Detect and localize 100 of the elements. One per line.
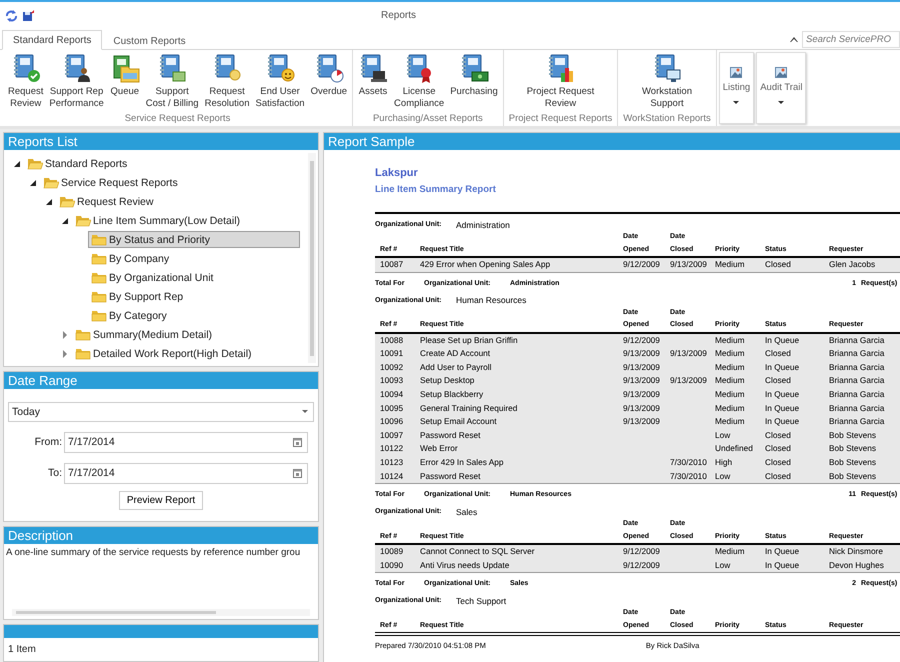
date-field[interactable]: 7/17/2014 — [64, 462, 308, 484]
tree-item[interactable]: By Support Rep — [88, 288, 186, 305]
table-cell: 10094 — [380, 388, 404, 399]
ribbon-button[interactable]: Request Resolution — [202, 53, 252, 110]
table-cell: Setup Blackberry — [420, 388, 484, 399]
tree-item[interactable]: Request Review — [56, 193, 156, 210]
table-cell: Closed — [765, 443, 791, 454]
menu-button[interactable]: Listing — [718, 52, 754, 124]
group-label: WorkStation Reports — [622, 113, 712, 126]
table-cell: 9/13/2009 — [670, 375, 707, 386]
panel-header: Description — [4, 526, 318, 544]
table-cell: Brianna Garcia — [829, 388, 884, 399]
ribbon-button[interactable]: Support Rep Performance — [46, 53, 107, 110]
table-cell: Brianna Garcia — [829, 362, 884, 372]
collapse-caret-icon[interactable] — [790, 36, 798, 42]
table-cell: Low — [715, 470, 730, 481]
calendar-icon[interactable] — [293, 468, 302, 478]
tree-item[interactable]: Standard Reports — [24, 155, 130, 172]
tree-item[interactable]: Line Item Summary(Low Detail) — [72, 212, 244, 229]
table-cell: 10089 — [380, 546, 404, 556]
ribbon-button[interactable]: Assets — [355, 53, 392, 98]
table-cell: Brianna Garcia — [829, 416, 884, 426]
tree-item[interactable]: Detailed Work Report(High Detail) — [72, 345, 255, 362]
ribbon-button[interactable]: Queue — [106, 53, 143, 98]
table-cell: Medium — [715, 375, 745, 386]
search-field[interactable]: Search ServicePRO — [802, 31, 900, 48]
table-cell: 10090 — [380, 560, 404, 570]
tree-item[interactable]: By Organizational Unit — [88, 269, 216, 286]
tree-item[interactable]: Service Request Reports — [40, 174, 181, 191]
refresh-icon[interactable] — [5, 10, 18, 22]
tree-item[interactable]: By Category — [88, 307, 170, 324]
collapse-arrow-icon[interactable] — [14, 160, 20, 166]
table-cell: 9/12/2009 — [623, 259, 660, 269]
ribbon-button[interactable]: Project Request Review — [524, 53, 598, 110]
table-cell: 9/13/2009 — [623, 402, 660, 413]
table-cell: Bob Stevens — [829, 430, 876, 440]
vertical-scrollbar[interactable] — [308, 153, 316, 363]
table-cell: In Queue — [765, 362, 800, 372]
table-cell: General Training Required — [420, 402, 518, 413]
table-cell: 10087 — [380, 259, 404, 269]
table-cell: Brianna Garcia — [829, 348, 884, 358]
unit-name: Administration — [456, 220, 510, 230]
table-cell: Bob Stevens — [829, 443, 876, 454]
group-label: Project Request Reports — [508, 113, 614, 126]
tree-item[interactable]: By Company — [88, 250, 172, 267]
image-icon — [775, 67, 788, 78]
open-folder-icon — [43, 176, 59, 189]
table-cell: In Queue — [765, 334, 800, 345]
ribbon-button[interactable]: Support Cost / Billing — [142, 53, 202, 110]
calendar-icon[interactable] — [293, 437, 302, 448]
table-cell: 10095 — [380, 402, 404, 413]
caret-icon — [778, 101, 784, 104]
tree-item[interactable]: Summary(Medium Detail) — [72, 326, 216, 343]
preset-dropdown[interactable]: Today — [8, 402, 314, 422]
folder-icon — [75, 328, 91, 341]
image-icon — [730, 67, 742, 78]
ribbon-button[interactable]: Overdue — [308, 53, 350, 98]
ribbon-button[interactable]: Request Review — [5, 53, 46, 110]
panel-header: Report Sample — [324, 133, 900, 150]
table-cell: Password Reset — [420, 430, 480, 440]
table-cell: Glen Jacobs — [829, 259, 876, 269]
date-field[interactable]: 7/17/2014 — [64, 432, 308, 453]
table-cell: Add User to Payroll — [420, 362, 492, 372]
table-cell: 9/13/2009 — [623, 416, 660, 426]
collapse-arrow-icon[interactable] — [30, 180, 36, 186]
preview-button[interactable]: Preview Report — [118, 490, 204, 510]
tab[interactable]: Standard Reports — [2, 30, 102, 50]
report-bulb-icon — [212, 53, 242, 83]
collapse-arrow-icon[interactable] — [62, 218, 68, 224]
ribbon-button[interactable]: Purchasing — [447, 53, 501, 98]
table-cell: 7/30/2010 — [670, 456, 707, 467]
open-folder-icon — [75, 214, 91, 227]
table-cell: Setup Email Account — [420, 416, 497, 426]
report-smiley-icon — [265, 53, 296, 83]
table-cell: Setup Desktop — [420, 375, 474, 386]
horizontal-scrollbar[interactable] — [12, 609, 310, 616]
folder-icon — [91, 309, 107, 322]
table-cell: 10092 — [380, 362, 404, 372]
folder-icon — [91, 271, 107, 284]
tab[interactable]: Custom Reports — [102, 31, 197, 50]
ribbon-button[interactable]: End User Satisfaction — [252, 53, 308, 110]
caret-icon — [302, 410, 308, 414]
table-cell: Bob Stevens — [829, 456, 876, 467]
ribbon-button[interactable]: License Compliance — [391, 53, 448, 110]
menu-button[interactable]: Audit Trail — [756, 52, 806, 124]
collapse-arrow-icon[interactable] — [46, 198, 52, 204]
table-cell: Error 429 In Sales App — [420, 456, 504, 467]
table-cell: Brianna Garcia — [829, 334, 884, 345]
expand-arrow-icon[interactable] — [63, 350, 67, 358]
ribbon-button[interactable]: Workstation Support — [639, 53, 695, 110]
table-cell: In Queue — [765, 402, 800, 413]
table-cell: Bob Stevens — [829, 470, 876, 481]
table-cell: In Queue — [765, 560, 800, 570]
tree-item[interactable]: By Status and Priority — [88, 231, 300, 248]
save-icon[interactable] — [22, 10, 35, 22]
table-cell: 9/13/2009 — [623, 388, 660, 399]
open-folder-icon — [59, 195, 75, 208]
table-cell: 10123 — [380, 456, 404, 467]
expand-arrow-icon[interactable] — [63, 330, 67, 338]
report-title: Line Item Summary Report — [375, 184, 497, 196]
